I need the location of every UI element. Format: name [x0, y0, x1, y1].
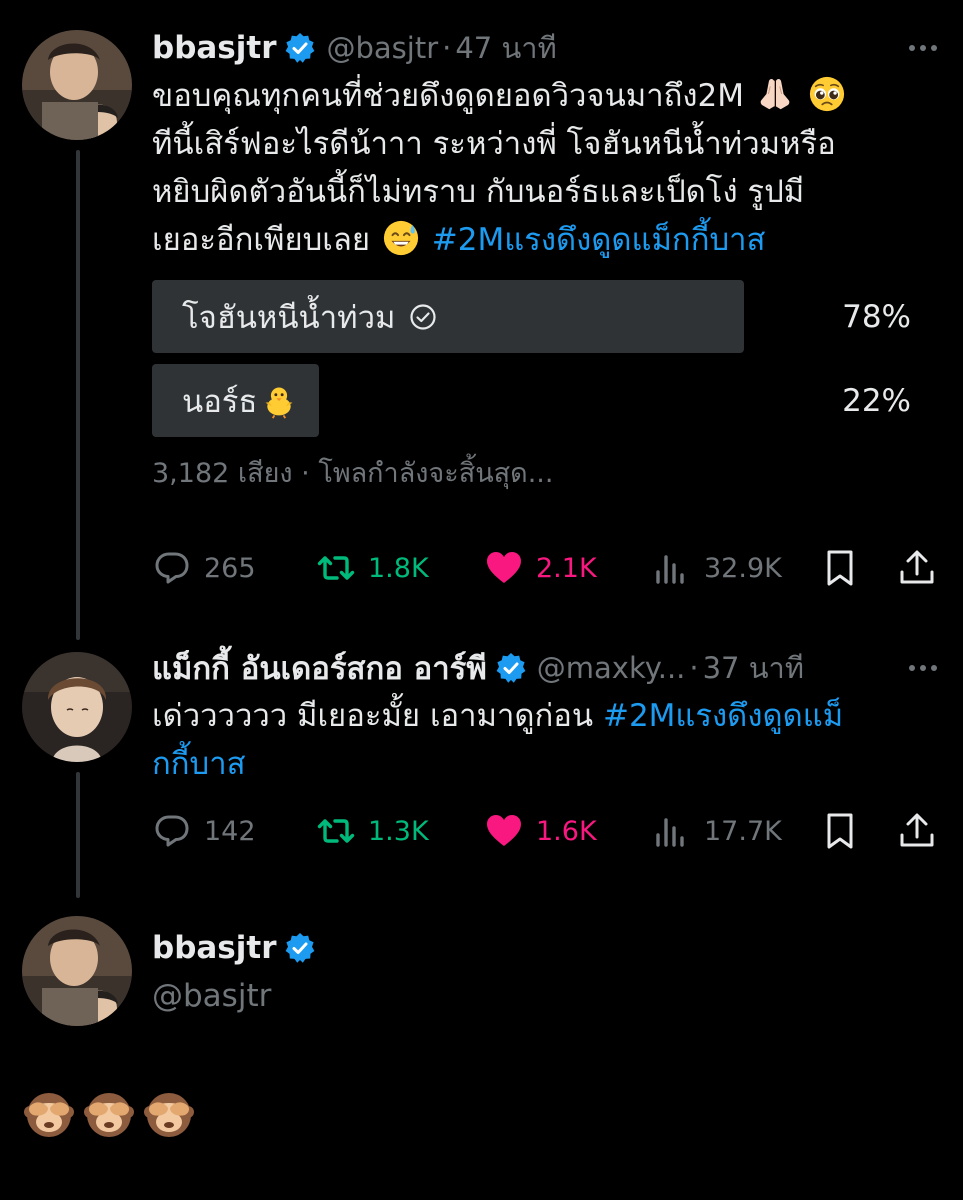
poll-option[interactable]: โจฮันหนีน้ำท่วม 78% — [152, 280, 911, 353]
views-icon — [656, 555, 684, 584]
avatar[interactable] — [22, 652, 132, 762]
reply-button[interactable]: 265 — [152, 543, 256, 593]
tweet-reply[interactable]: แม็กกี้ อันเดอร์สกอ อาร์พี @maxky... · 3… — [152, 646, 941, 788]
see-no-evil-monkey-icon — [24, 1093, 74, 1137]
poll-option-label: นอร์ธ — [182, 383, 258, 420]
sweat-smile-icon — [383, 220, 419, 256]
verified-badge-icon — [284, 32, 317, 64]
user-handle[interactable]: @basjtr — [152, 978, 941, 1014]
like-count: 2.1K — [536, 552, 597, 584]
display-name[interactable]: bbasjtr — [152, 30, 276, 66]
see-no-evil-monkey-icon — [144, 1093, 194, 1137]
bookmark-button[interactable] — [820, 543, 860, 593]
view-count: 17.7K — [704, 815, 782, 847]
retweet-button[interactable]: 1.3K — [316, 806, 429, 856]
reply-button[interactable]: 142 — [152, 806, 256, 856]
reply-count: 265 — [204, 552, 256, 584]
tweet-text-line: ทีนี้เสิร์ฟอะไรดีน้าาา ระหว่างพี่ โจฮันห… — [152, 126, 836, 162]
tweet-text: เด่วววววว มีเยอะมั้ย เอามาดูก่อน #2Mแรงด… — [152, 692, 941, 788]
tweet-text — [24, 1090, 194, 1140]
retweet-count: 1.3K — [368, 815, 429, 847]
heart-icon — [487, 552, 521, 583]
retweet-count: 1.8K — [368, 552, 429, 584]
like-button[interactable]: 1.6K — [484, 806, 597, 856]
baby-chick-icon — [265, 387, 293, 419]
bookmark-button[interactable] — [820, 806, 860, 856]
poll-option-label: โจฮันหนีน้ำท่วม — [182, 299, 396, 336]
tweet-actions: 142 1.3K 1.6K 17.7K — [152, 806, 937, 856]
hashtag-link[interactable]: กกี้บาส — [152, 746, 246, 782]
timestamp[interactable]: 47 นาที — [455, 25, 556, 71]
retweet-icon — [317, 556, 355, 580]
poll: โจฮันหนีน้ำท่วม 78% นอร์ธ 22% — [152, 280, 911, 437]
separator-dot: · — [442, 31, 452, 65]
views-button[interactable]: 32.9K — [652, 543, 782, 593]
user-handle[interactable]: @maxky... — [537, 651, 686, 685]
tweet-main[interactable]: bbasjtr @basjtr · 47 นาที ขอบคุณทุกคนที่… — [152, 26, 941, 494]
more-options-icon[interactable] — [905, 39, 941, 57]
bookmark-icon — [827, 550, 853, 586]
thread-line — [76, 150, 80, 640]
reply-icon — [155, 815, 189, 847]
view-count: 32.9K — [704, 552, 782, 584]
tweet-text: ขอบคุณทุกคนที่ช่วยดึงดูดยอดวิวจนมาถึง2M … — [152, 72, 941, 264]
like-button[interactable]: 2.1K — [484, 543, 597, 593]
tweet-actions: 265 1.8K 2.1K 32.9K — [152, 543, 937, 593]
tweet-text-line: เด่วววววว มีเยอะมั้ย เอามาดูก่อน — [152, 698, 603, 734]
pleading-face-icon — [809, 76, 844, 112]
retweet-button[interactable]: 1.8K — [316, 543, 429, 593]
more-options-icon[interactable] — [905, 659, 941, 677]
check-circle-icon — [410, 303, 437, 330]
thread-line — [76, 772, 80, 898]
separator-dot: · — [689, 651, 699, 685]
avatar[interactable] — [22, 916, 132, 1026]
poll-option-percent: 78% — [842, 298, 911, 335]
share-button[interactable] — [897, 806, 937, 856]
views-icon — [656, 818, 684, 847]
heart-icon — [487, 815, 521, 846]
tweet-text-line: ขอบคุณทุกคนที่ช่วยดึงดูดยอดวิวจนมาถึง2M — [152, 78, 744, 114]
reply-count: 142 — [204, 815, 256, 847]
bookmark-icon — [827, 813, 853, 849]
share-icon — [900, 813, 934, 847]
user-handle[interactable]: @basjtr — [326, 31, 438, 65]
display-name[interactable]: bbasjtr — [152, 930, 276, 966]
views-button[interactable]: 17.7K — [652, 806, 782, 856]
poll-option[interactable]: นอร์ธ 22% — [152, 364, 911, 437]
like-count: 1.6K — [536, 815, 597, 847]
poll-option-percent: 22% — [842, 382, 911, 419]
verified-badge-icon — [494, 652, 527, 684]
display-name[interactable]: แม็กกี้ อันเดอร์สกอ อาร์พี — [152, 643, 487, 693]
see-no-evil-monkey-icon — [84, 1093, 134, 1137]
reply-icon — [155, 552, 189, 584]
tweet-text-line: เยอะอีกเพียบเลย — [152, 222, 371, 258]
verified-badge-icon — [284, 932, 317, 964]
hashtag-link[interactable]: #2Mแรงดึงดูดแม็ — [603, 698, 843, 734]
tweet-text-line: หยิบผิดตัวอันนี้ก็ไม่ทราบ กับนอร์ธและเป็… — [152, 174, 805, 210]
poll-meta: 3,182 เสียง · โพลกำลังจะสิ้นสุด... — [152, 458, 554, 489]
share-button[interactable] — [897, 543, 937, 593]
tweet-focused[interactable]: bbasjtr @basjtr — [152, 922, 941, 1014]
timestamp[interactable]: 37 นาที — [703, 645, 804, 691]
share-icon — [900, 550, 934, 584]
hashtag-link[interactable]: #2Mแรงดึงดูดแม็กกี้บาส — [432, 222, 766, 258]
retweet-icon — [317, 819, 355, 843]
avatar[interactable] — [22, 30, 132, 140]
folded-hands-icon — [760, 78, 790, 110]
